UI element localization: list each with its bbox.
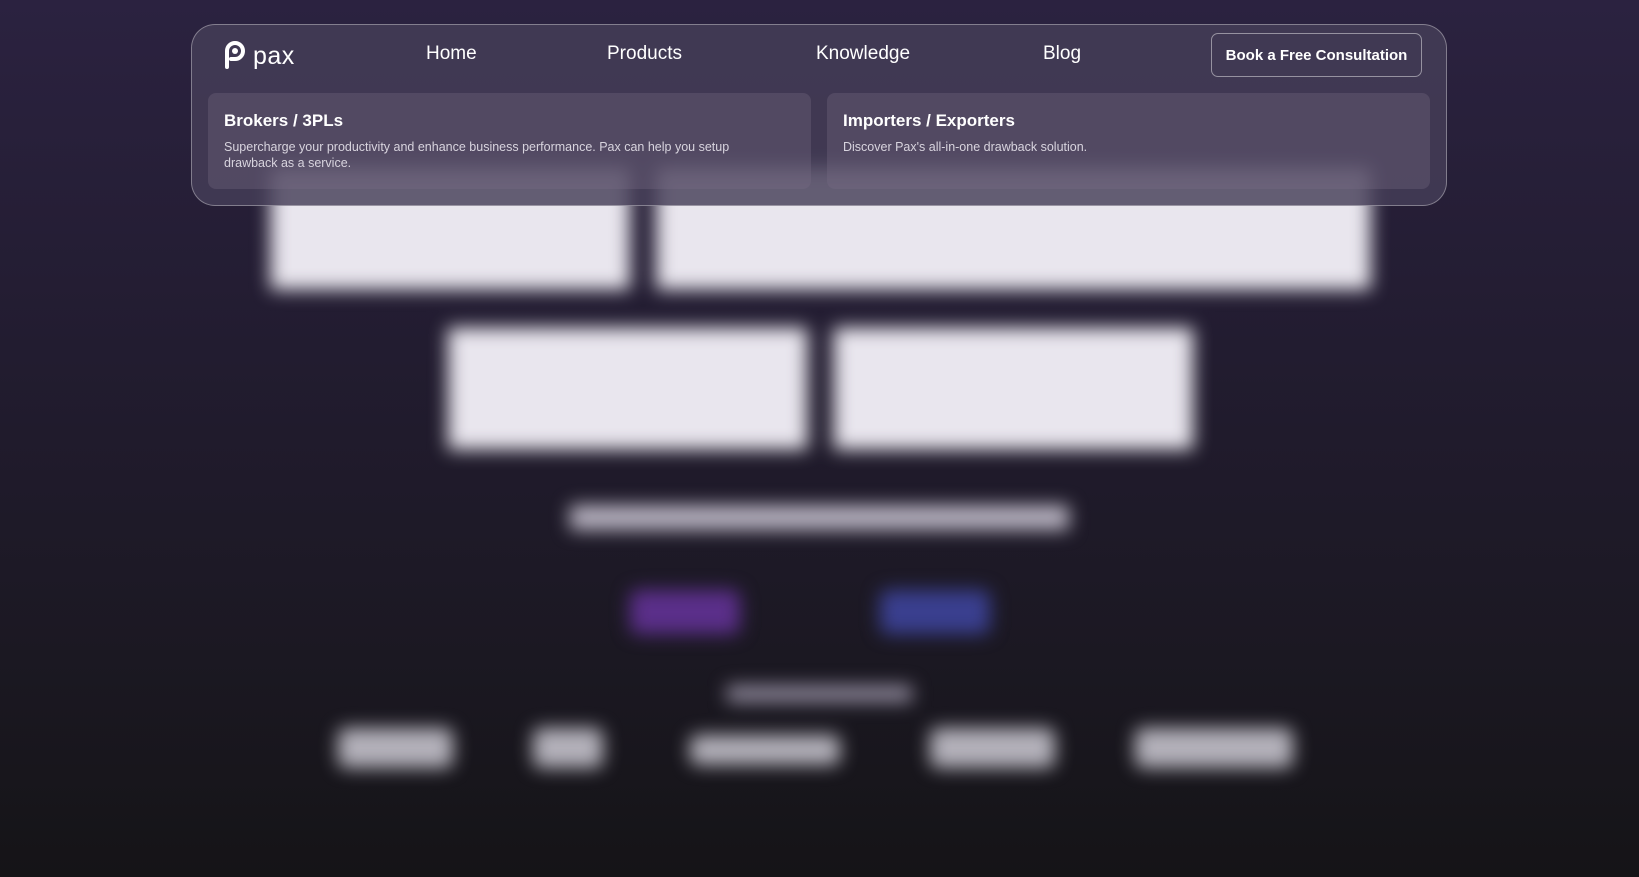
nav-link-blog[interactable]: Blog [1043,43,1081,65]
partner-logo-blurred [338,728,453,768]
menu-card-description: Discover Pax's all-in-one drawback solut… [843,140,1088,154]
menu-card-brokers[interactable]: Brokers / 3PLs Supercharge your producti… [208,93,811,189]
partner-logo-blurred [1135,728,1293,768]
partner-logo-blurred [533,728,603,768]
partner-logo-blurred [930,728,1055,768]
menu-card-title: Brokers / 3PLs [224,111,344,130]
nav-link-products[interactable]: Products [607,43,682,65]
pax-logo-icon [223,39,247,74]
hero-trust-text-blurred: ▇▇▇▇▇▇▇▇▇▇▇▇▇▇▇ [727,685,912,702]
hero-heading-blurred-2: ▇▇▇▇ ▇▇▇▇ [449,314,1192,446]
hero-subtitle-blurred: ▇▇▇▇▇▇▇▇▇▇▇▇▇▇▇▇▇▇▇▇▇▇▇▇▇▇▇ [570,503,1069,530]
partner-logo-blurred [690,735,840,765]
menu-card-title: Importers / Exporters [843,111,1015,130]
hero-secondary-button-blurred [880,590,990,634]
brand-logo[interactable]: pax [223,39,295,74]
menu-card-description: Supercharge your productivity and enhanc… [224,140,730,170]
hero-primary-button-blurred [630,590,740,634]
book-consultation-button[interactable]: Book a Free Consultation [1211,33,1422,77]
nav-link-home[interactable]: Home [426,43,477,65]
nav-link-knowledge[interactable]: Knowledge [816,43,910,65]
menu-card-importers[interactable]: Importers / Exporters Discover Pax's all… [827,93,1430,189]
brand-name: pax [253,41,295,70]
top-nav-panel: pax Home Products Knowledge Blog Book a … [191,24,1447,206]
